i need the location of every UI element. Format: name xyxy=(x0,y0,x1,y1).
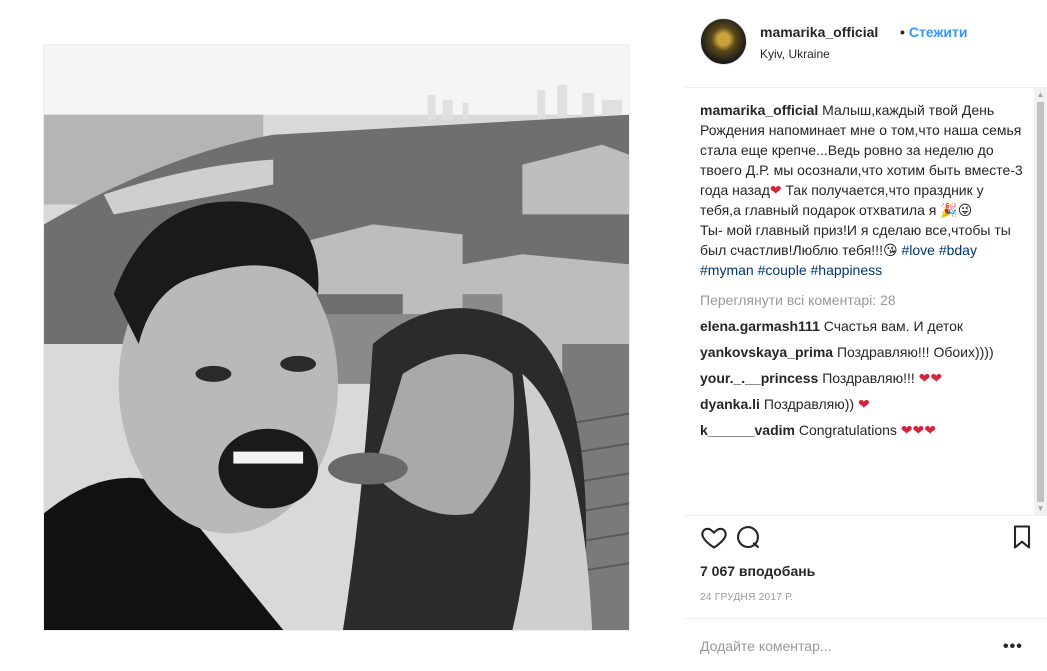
comment-hearts: ❤❤❤ xyxy=(900,422,937,438)
comment-item: k______vadim Congratulations ❤❤❤ xyxy=(700,420,1023,440)
kiss-emoji: 😘 xyxy=(882,242,898,258)
follow-label: Стежити xyxy=(908,24,968,40)
comment-icon[interactable] xyxy=(734,523,762,551)
post-sidebar: mamarika_official • Стежити Kyiv, Ukraine… xyxy=(685,0,1047,671)
caption: mamarika_official Малыш,каждый твой День… xyxy=(700,100,1023,280)
comment-text: Поздравляю!!! xyxy=(822,370,915,386)
comment-item: dyanka.li Поздравляю)) ❤ xyxy=(700,394,1023,414)
comment-divider xyxy=(685,618,1047,619)
comment-text: Поздравляю)) xyxy=(763,396,855,412)
post-page: mamarika_official • Стежити Kyiv, Ukraine… xyxy=(0,0,1047,671)
comment-hearts: ❤ xyxy=(857,396,870,412)
comment-text: Congratulations xyxy=(798,422,897,438)
follow-button[interactable]: • Стежити xyxy=(900,24,967,40)
scroll-up-arrow-icon[interactable]: ▲ xyxy=(1036,90,1045,99)
hashtag-myman[interactable]: #myman xyxy=(700,262,754,278)
view-all-comments[interactable]: Переглянути всі коментарі: 28 xyxy=(700,290,1023,310)
hashtag-happiness[interactable]: #happiness xyxy=(811,262,883,278)
comment-item: your._.__princess Поздравляю!!! ❤❤ xyxy=(700,368,1023,388)
comment-username[interactable]: dyanka.li xyxy=(700,396,760,412)
hashtag-couple[interactable]: #couple xyxy=(758,262,807,278)
comment-item: elena.garmash111 Счастья вам. И деток xyxy=(700,316,1023,336)
post-header: mamarika_official • Стежити Kyiv, Ukraine xyxy=(700,18,1047,70)
heart-emoji: ❤ xyxy=(769,182,782,198)
comment-hearts: ❤❤ xyxy=(918,370,943,386)
header-divider xyxy=(685,87,1047,88)
avatar[interactable] xyxy=(700,18,747,65)
more-options-icon[interactable]: ••• xyxy=(1003,638,1023,656)
hashtag-bday[interactable]: #bday xyxy=(939,242,977,258)
action-bar xyxy=(700,523,1035,553)
wink-emoji: 😜 xyxy=(957,202,973,218)
comment-text: Счастья вам. И деток xyxy=(823,318,964,334)
add-comment-input[interactable] xyxy=(700,634,1000,658)
party-emoji: 🎉 xyxy=(940,202,958,218)
comment-item: yankovskaya_prima Поздравляю!!! Обоих)))… xyxy=(700,342,1023,362)
scroll-thumb[interactable] xyxy=(1037,102,1044,502)
location-link[interactable]: Kyiv, Ukraine xyxy=(760,47,830,61)
post-date[interactable]: 24 ГРУДНЯ 2017 Р. xyxy=(700,592,793,603)
comment-username[interactable]: yankovskaya_prima xyxy=(700,344,833,360)
comment-username[interactable]: elena.garmash111 xyxy=(700,318,820,334)
owner-username[interactable]: mamarika_official xyxy=(760,24,878,40)
comments-scrollbar[interactable]: ▲ ▼ xyxy=(1034,88,1047,515)
heart-icon[interactable] xyxy=(700,523,728,551)
comment-username[interactable]: your._.__princess xyxy=(700,370,818,386)
actions-divider xyxy=(685,515,1047,516)
photo-illustration xyxy=(44,45,629,630)
likes-count[interactable]: 7 067 вподобань xyxy=(700,563,815,579)
comment-username[interactable]: k______vadim xyxy=(700,422,795,438)
scroll-down-arrow-icon[interactable]: ▼ xyxy=(1036,504,1045,513)
post-photo[interactable] xyxy=(43,44,630,631)
bookmark-icon[interactable] xyxy=(1008,523,1036,551)
caption-username[interactable]: mamarika_official xyxy=(700,102,818,118)
comments-list[interactable]: mamarika_official Малыш,каждый твой День… xyxy=(700,100,1023,515)
separator-dot: • xyxy=(900,24,905,40)
hashtag-love[interactable]: #love xyxy=(901,242,934,258)
comment-text: Поздравляю!!! Обоих)))) xyxy=(836,344,994,360)
